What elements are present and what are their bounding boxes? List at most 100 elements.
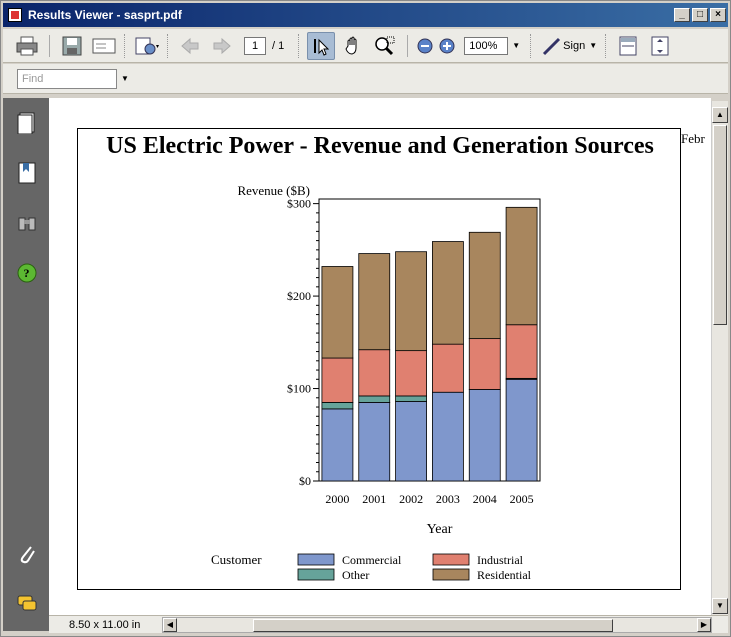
hand-tool-icon[interactable]: [339, 32, 367, 60]
toolbar-grip: [124, 33, 127, 58]
find-toolbar: Find ▼: [3, 64, 728, 94]
bar-segment-industrial: [395, 350, 427, 397]
page-total-label: / 1: [272, 39, 285, 52]
scroll-up-icon[interactable]: ▲: [712, 107, 728, 123]
legend-title: Customer: [211, 552, 262, 567]
bookmarks-icon[interactable]: [17, 162, 37, 184]
bar-segment-residential: [395, 251, 427, 352]
select-text-icon[interactable]: [307, 31, 336, 60]
app-icon: [8, 8, 22, 22]
bar-segment-residential: [432, 241, 464, 345]
toolbar-grip: [167, 33, 170, 58]
scroll-right-icon[interactable]: ▶: [697, 618, 711, 632]
sign-dropdown-icon: ▼: [589, 41, 598, 50]
x-tick-label: 2004: [473, 492, 497, 506]
save-icon[interactable]: [58, 32, 86, 60]
svg-text:?: ?: [24, 266, 30, 280]
help-icon[interactable]: ?: [17, 262, 37, 284]
bar-segment-commercial: [505, 378, 538, 482]
y-tick-label: $300: [287, 197, 311, 211]
x-tick-label: 2001: [362, 492, 386, 506]
find-dropdown-icon[interactable]: ▼: [121, 74, 129, 83]
legend-swatch-other: [297, 568, 335, 581]
attachments-paperclip-icon[interactable]: [17, 543, 37, 565]
pages-icon[interactable]: [17, 112, 37, 134]
bar-segment-residential: [468, 231, 501, 340]
bar-segment-residential: [321, 266, 354, 359]
close-button[interactable]: ×: [710, 8, 726, 22]
bar-segment-commercial: [321, 408, 354, 482]
legend-label-commercial: Commercial: [342, 553, 402, 567]
stacked-bar-chart: Revenue ($B)$0$100$200$3002000 2001 2002 20…: [211, 183, 541, 582]
horizontal-scroll-thumb[interactable]: [253, 619, 613, 632]
maximize-button[interactable]: □: [692, 8, 708, 22]
search-binoculars-icon[interactable]: [17, 212, 37, 234]
bar-segment-commercial: [432, 391, 464, 482]
bar-segment-residential: [505, 206, 538, 326]
minimize-button[interactable]: _: [674, 8, 690, 22]
zoom-marquee-icon[interactable]: [371, 32, 399, 60]
toolbar-separator: [49, 34, 50, 57]
x-tick-label: 2003: [436, 492, 460, 506]
bar-segment-commercial: [395, 401, 427, 482]
bar-segment-residential: [358, 253, 391, 351]
bar-segment-other: [358, 395, 391, 403]
email-icon[interactable]: [90, 32, 118, 60]
scroll-down-icon[interactable]: ▼: [712, 598, 728, 614]
find-input[interactable]: Find: [17, 68, 117, 89]
comments-icon[interactable]: [17, 593, 37, 615]
x-axis-label: Year: [427, 522, 453, 537]
toolbar-grip: [530, 33, 533, 58]
page-number-input[interactable]: 1: [244, 36, 266, 55]
legend-label-industrial: Industrial: [477, 553, 524, 567]
legend-label-other: Other: [342, 568, 369, 582]
x-tick-label: 2005: [510, 492, 534, 506]
title-bar: Results Viewer - sasprt.pdf _ □ ×: [3, 3, 728, 27]
y-tick-label: $0: [299, 474, 311, 488]
bar-segment-industrial: [358, 349, 391, 397]
sign-button[interactable]: Sign ▼: [539, 32, 599, 60]
zoom-in-icon[interactable]: [438, 32, 456, 60]
legend-label-residential: Residential: [477, 568, 532, 582]
x-tick-label: 2000: [325, 492, 349, 506]
zoom-out-icon[interactable]: [416, 32, 434, 60]
window-title: Results Viewer - sasprt.pdf: [28, 8, 182, 22]
sign-label: Sign: [563, 39, 586, 52]
legend-swatch-industrial: [432, 553, 470, 566]
y-tick-label: $200: [287, 289, 311, 303]
vertical-scroll-thumb[interactable]: [713, 125, 727, 325]
pdf-page: US Electric Power - Revenue and Generati…: [77, 128, 681, 590]
fit-width-icon[interactable]: [614, 32, 642, 60]
zoom-level-input[interactable]: 100%: [464, 36, 509, 55]
fit-page-icon[interactable]: [646, 32, 674, 60]
results-viewer-window: Results Viewer - sasprt.pdf _ □ × 1 / 1: [0, 0, 731, 637]
bar-segment-commercial: [358, 402, 391, 482]
previous-page-icon[interactable]: [176, 32, 204, 60]
legend-swatch-residential: [432, 568, 470, 581]
x-tick-label: 2002: [399, 492, 423, 506]
bar-segment-other: [321, 402, 354, 410]
scroll-left-icon[interactable]: ◀: [163, 618, 177, 632]
toolbar-grip: [298, 33, 301, 58]
bar-segment-industrial: [432, 343, 464, 393]
document-area[interactable]: US Electric Power - Revenue and Generati…: [49, 98, 711, 615]
bar-segment-other: [395, 395, 427, 402]
vertical-scrollbar[interactable]: ▲ ▼: [711, 101, 728, 615]
legend-swatch-commercial: [297, 553, 335, 566]
toolbar-separator: [407, 34, 409, 57]
page-size-label: 8.50 x 11.00 in: [69, 618, 141, 631]
next-page-icon[interactable]: [208, 32, 236, 60]
navigation-sidebar: ?: [3, 98, 49, 631]
truncated-date-header: Febr: [681, 131, 705, 146]
zoom-dropdown-icon[interactable]: ▼: [512, 41, 520, 50]
page-settings-icon[interactable]: [133, 32, 161, 60]
horizontal-scrollbar[interactable]: ◀ ▶: [162, 617, 712, 633]
bar-segment-industrial: [505, 324, 538, 379]
y-tick-label: $100: [287, 382, 311, 396]
bar-segment-industrial: [468, 338, 501, 390]
main-toolbar: 1 / 1 100% ▼ Sign ▼: [3, 29, 728, 63]
bar-segment-commercial: [468, 389, 501, 482]
print-icon[interactable]: [13, 32, 41, 60]
status-bar: 8.50 x 11.00 in ◀ ▶: [49, 615, 728, 633]
toolbar-grip: [605, 33, 608, 58]
